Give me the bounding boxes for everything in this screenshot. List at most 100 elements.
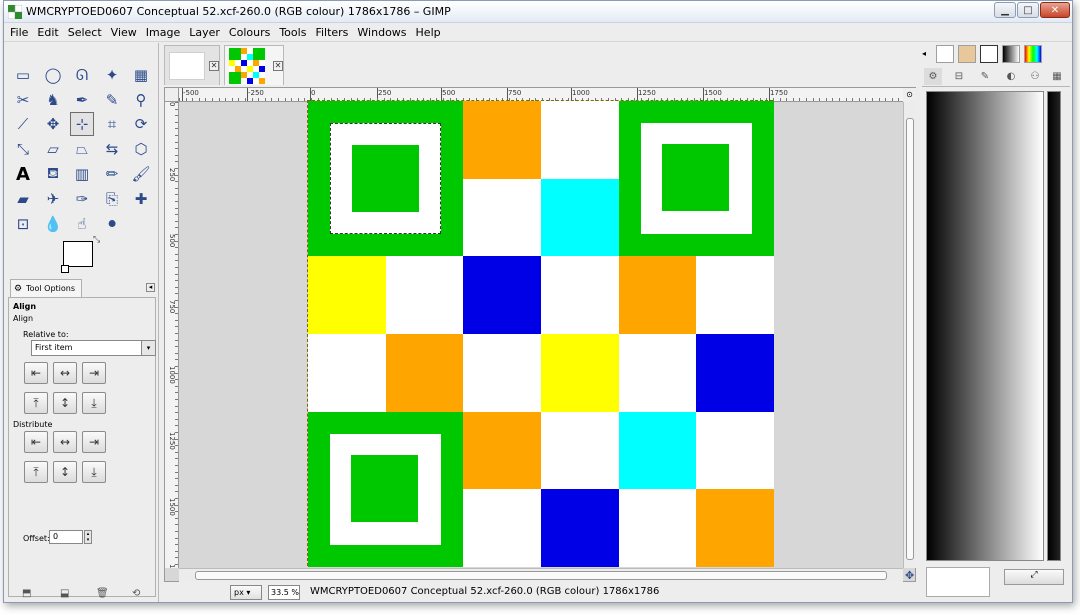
- color-picker-tool-icon[interactable]: ✎: [100, 88, 124, 112]
- scale-tool-icon[interactable]: ⤡: [11, 137, 35, 161]
- blur-tool-icon[interactable]: 💧: [41, 212, 65, 236]
- default-colors-icon[interactable]: [61, 265, 69, 273]
- image-canvas[interactable]: [307, 100, 774, 567]
- zoom-select[interactable]: 33.5 % ▾: [268, 585, 300, 602]
- ink-tool-icon[interactable]: ✑: [70, 187, 94, 211]
- dodge-burn-tool-icon[interactable]: ⚫: [100, 212, 124, 236]
- distribute-right-button[interactable]: ⇥: [82, 431, 106, 453]
- relative-to-select[interactable]: First item ▾: [31, 340, 156, 356]
- save-options-icon[interactable]: ⬒: [22, 588, 34, 600]
- close-icon[interactable]: ✕: [209, 61, 219, 71]
- shear-tool-icon[interactable]: ▱: [41, 137, 65, 161]
- fuzzy-select-tool-icon[interactable]: ✦: [100, 63, 124, 87]
- gradient-icon[interactable]: [1002, 45, 1020, 63]
- move-tool-icon[interactable]: ✥: [41, 112, 65, 136]
- gradient-preview[interactable]: [926, 91, 1044, 561]
- horizontal-scrollbar[interactable]: [179, 568, 903, 582]
- crop-tool-icon[interactable]: ⌗: [100, 112, 124, 136]
- image-tab-blank[interactable]: ✕: [164, 45, 220, 85]
- blend-tool-icon[interactable]: ▥: [70, 162, 94, 186]
- reset-options-icon[interactable]: ⟲: [132, 588, 144, 600]
- align-center-button[interactable]: ↔: [53, 362, 77, 384]
- menu-windows[interactable]: Windows: [357, 26, 406, 39]
- close-icon[interactable]: ✕: [273, 61, 283, 71]
- align-bottom-button[interactable]: ⤓: [82, 392, 106, 414]
- cage-transform-tool-icon[interactable]: ⬡: [129, 137, 153, 161]
- brush-icon[interactable]: [958, 45, 976, 63]
- swap-colors-icon[interactable]: ⤡: [93, 235, 100, 245]
- menu-help[interactable]: Help: [416, 26, 441, 39]
- foreground-select-tool-icon[interactable]: ♞: [41, 88, 65, 112]
- vertical-scrollbar[interactable]: [903, 102, 916, 568]
- menu-tools[interactable]: Tools: [279, 26, 306, 39]
- perspective-tool-icon[interactable]: ⏢: [70, 137, 94, 161]
- ellipse-select-tool-icon[interactable]: ◯: [41, 63, 65, 87]
- foreground-color-swatch[interactable]: [63, 241, 93, 267]
- distribute-middle-button[interactable]: ↕: [53, 461, 77, 483]
- flip-tool-icon[interactable]: ⇆: [100, 137, 124, 161]
- palette-icon[interactable]: [1024, 45, 1042, 63]
- rect-select-tool-icon[interactable]: ▭: [11, 63, 35, 87]
- dock-menu-icon[interactable]: ◂: [922, 49, 926, 58]
- minimize-button[interactable]: ▁: [994, 2, 1016, 18]
- free-select-tool-icon[interactable]: ᘏ: [70, 63, 94, 87]
- tab-tool-options[interactable]: ⚙ Tool Options: [10, 279, 82, 297]
- scroll-thumb[interactable]: [906, 118, 914, 560]
- align-top-button[interactable]: ⤒: [24, 392, 48, 414]
- text-tool-icon[interactable]: A: [11, 162, 35, 186]
- vertical-ruler[interactable]: 02505007501000125015001750: [165, 102, 179, 568]
- dock-action-button[interactable]: ⤢: [1004, 569, 1064, 585]
- restore-options-icon[interactable]: ⬓: [60, 588, 72, 600]
- dock-tab-devices-icon[interactable]: ⊟: [950, 68, 968, 85]
- ruler-corner[interactable]: [165, 88, 179, 102]
- by-color-select-tool-icon[interactable]: ▦: [129, 63, 153, 87]
- clone-tool-icon[interactable]: ⎘: [100, 187, 124, 211]
- dock-tab-tool-options-icon[interactable]: ⚙: [924, 68, 942, 85]
- menu-layer[interactable]: Layer: [189, 26, 220, 39]
- navigate-icon[interactable]: ⊙: [903, 88, 916, 102]
- align-tool-icon[interactable]: ⊹: [70, 112, 94, 136]
- airbrush-tool-icon[interactable]: ✈: [41, 187, 65, 211]
- pencil-tool-icon[interactable]: ✏: [100, 162, 124, 186]
- offset-spinner[interactable]: ▴ ▾: [84, 530, 92, 544]
- paths-tool-icon[interactable]: ✒: [70, 88, 94, 112]
- eraser-tool-icon[interactable]: ▰: [11, 187, 35, 211]
- dock-tab-channels-icon[interactable]: ▦: [1048, 68, 1066, 85]
- dock-tab-colors-icon[interactable]: ◐: [1002, 68, 1020, 85]
- close-button[interactable]: ✕: [1040, 2, 1070, 18]
- menu-view[interactable]: View: [111, 26, 137, 39]
- menu-filters[interactable]: Filters: [315, 26, 348, 39]
- image-tab-active[interactable]: ✕: [224, 45, 284, 85]
- dock-tab-brushes-icon[interactable]: ✎: [976, 68, 994, 85]
- zoom-tool-icon[interactable]: ⚲: [129, 88, 153, 112]
- menu-colours[interactable]: Colours: [229, 26, 270, 39]
- dock-tab-layers-icon[interactable]: ⚇: [1026, 68, 1044, 85]
- offset-input[interactable]: 0: [49, 530, 83, 544]
- distribute-left-button[interactable]: ⇤: [24, 431, 48, 453]
- menu-image[interactable]: Image: [146, 26, 180, 39]
- smudge-tool-icon[interactable]: ☝: [70, 212, 94, 236]
- measure-tool-icon[interactable]: ⟋: [11, 112, 35, 136]
- align-right-button[interactable]: ⇥: [82, 362, 106, 384]
- maximize-button[interactable]: □: [1017, 2, 1039, 18]
- distribute-top-button[interactable]: ⤒: [24, 461, 48, 483]
- fg-bg-colors[interactable]: ⤡: [61, 235, 105, 276]
- tool-options-menu-icon[interactable]: ◂: [146, 283, 155, 292]
- canvas-area[interactable]: -500 -250 0 250 500 750 1000 1250 1500 1750 0 250 5…: [164, 87, 916, 582]
- distribute-center-button[interactable]: ↔: [53, 431, 77, 453]
- menu-select[interactable]: Select: [68, 26, 102, 39]
- pattern-icon[interactable]: [936, 45, 954, 63]
- heal-tool-icon[interactable]: ✚: [129, 187, 153, 211]
- align-left-button[interactable]: ⇤: [24, 362, 48, 384]
- bucket-fill-tool-icon[interactable]: ⛾: [41, 162, 65, 186]
- unit-select[interactable]: px ▾: [230, 585, 262, 600]
- scissors-select-tool-icon[interactable]: ✂: [11, 88, 35, 112]
- align-middle-button[interactable]: ↕: [53, 392, 77, 414]
- delete-options-icon[interactable]: 🗑: [96, 588, 109, 600]
- pan-icon[interactable]: ✥: [905, 569, 914, 582]
- distribute-bottom-button[interactable]: ⤓: [82, 461, 106, 483]
- gradient-preview-secondary[interactable]: [1047, 91, 1061, 561]
- menu-edit[interactable]: Edit: [37, 26, 58, 39]
- menu-file[interactable]: File: [10, 26, 28, 39]
- paintbrush-tool-icon[interactable]: 🖌: [129, 162, 153, 186]
